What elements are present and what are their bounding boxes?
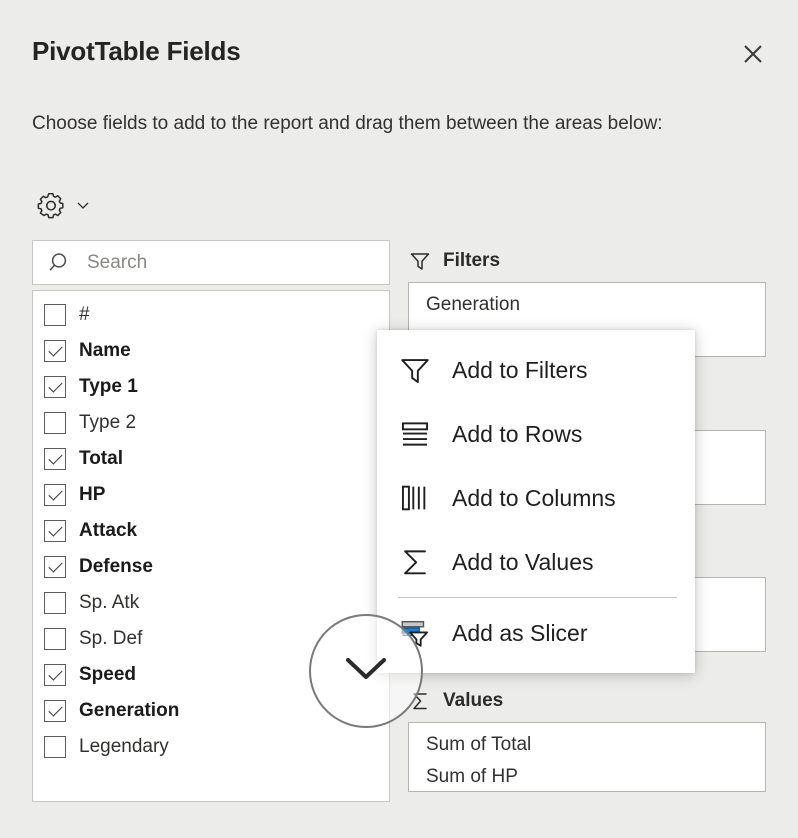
field-row[interactable]: Attack [33,513,389,549]
chevron-down-icon [75,197,91,213]
rows-icon [398,417,452,451]
gear-icon [36,190,66,220]
field-row[interactable]: Generation [33,693,389,729]
field-list[interactable]: # Name Type 1 Type 2 Total HP Attack Def… [32,290,390,802]
field-label: Type 1 [79,376,138,398]
area-values: Values Sum of Total Sum of HP [408,688,766,792]
menu-item-label: Add as Slicer [452,620,588,647]
menu-item-label: Add to Columns [452,485,616,512]
field-row[interactable]: Defense [33,549,389,585]
columns-icon [398,481,452,515]
slicer-icon [398,616,452,650]
field-checkbox[interactable] [44,556,66,578]
field-label: Defense [79,556,153,578]
menu-item-add-to-filters[interactable]: Add to Filters [377,338,695,402]
field-row[interactable]: Total [33,441,389,477]
field-checkbox[interactable] [44,664,66,686]
field-list-options-button[interactable] [36,190,91,220]
field-label: # [79,304,90,326]
filter-icon [408,249,432,273]
search-input[interactable]: Search [32,240,390,285]
area-item[interactable]: Sum of Total [409,729,765,761]
field-checkbox[interactable] [44,592,66,614]
field-checkbox[interactable] [44,700,66,722]
area-filters-header: Filters [408,248,766,274]
area-values-header: Values [408,688,766,714]
menu-item-add-as-slicer[interactable]: Add as Slicer [377,601,695,665]
field-checkbox[interactable] [44,628,66,650]
field-row[interactable]: # [33,297,389,333]
field-row[interactable]: Type 1 [33,369,389,405]
menu-divider [398,597,677,598]
page-title: PivotTable Fields [32,36,241,67]
field-row[interactable]: HP [33,477,389,513]
area-title: Values [443,690,503,712]
field-checkbox[interactable] [44,736,66,758]
area-item[interactable]: Generation [409,289,765,321]
field-row[interactable]: Sp. Def [33,621,389,657]
field-row[interactable]: Sp. Atk [33,585,389,621]
close-button[interactable] [735,36,771,72]
field-label: Sp. Def [79,628,142,650]
field-row[interactable]: Speed [33,657,389,693]
sigma-icon [398,545,452,579]
search-icon [33,249,87,277]
menu-item-label: Add to Rows [452,421,582,448]
area-title: Filters [443,250,500,272]
field-label: HP [79,484,105,506]
menu-item-add-to-rows[interactable]: Add to Rows [377,402,695,466]
field-checkbox[interactable] [44,448,66,470]
field-label: Sp. Atk [79,592,139,614]
field-row[interactable]: Type 2 [33,405,389,441]
close-icon [740,41,766,67]
area-values-box[interactable]: Sum of Total Sum of HP [408,722,766,792]
field-checkbox[interactable] [44,340,66,362]
field-checkbox[interactable] [44,484,66,506]
field-label: Name [79,340,131,362]
field-checkbox[interactable] [44,520,66,542]
search-placeholder: Search [87,252,147,274]
field-label: Total [79,448,123,470]
menu-item-label: Add to Filters [452,357,588,384]
panel-description: Choose fields to add to the report and d… [32,110,767,138]
pivottable-fields-panel: PivotTable Fields Choose fields to add t… [0,0,798,838]
field-row[interactable]: Legendary [33,729,389,765]
menu-item-add-to-columns[interactable]: Add to Columns [377,466,695,530]
field-label: Legendary [79,736,169,758]
menu-item-label: Add to Values [452,549,594,576]
area-item[interactable]: Sum of HP [409,761,765,792]
context-menu: Add to Filters Add to Rows Add to Column… [377,330,695,673]
field-checkbox[interactable] [44,376,66,398]
field-checkbox[interactable] [44,304,66,326]
field-label: Generation [79,700,179,722]
field-label: Type 2 [79,412,136,434]
menu-item-add-to-values[interactable]: Add to Values [377,530,695,594]
field-label: Speed [79,664,136,686]
filter-icon [398,353,452,387]
sigma-icon [408,689,432,713]
field-label: Attack [79,520,137,542]
field-checkbox[interactable] [44,412,66,434]
field-row[interactable]: Name [33,333,389,369]
